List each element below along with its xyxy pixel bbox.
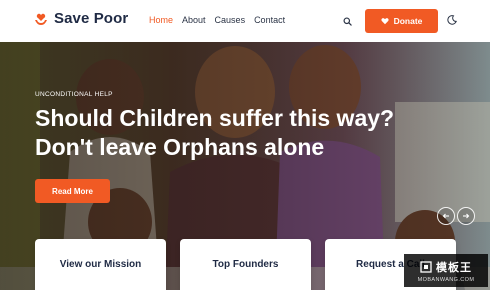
nav-item-home[interactable]: Home bbox=[149, 15, 173, 25]
nav-item-contact[interactable]: Contact bbox=[254, 15, 285, 25]
watermark-title: 模板王 bbox=[436, 261, 472, 274]
search-icon bbox=[342, 16, 352, 26]
watermark-subtitle: MOBANWANG.COM bbox=[417, 276, 475, 283]
brand-name: Save Poor bbox=[54, 10, 129, 27]
nav-item-about[interactable]: About bbox=[182, 15, 206, 25]
brand[interactable]: Save Poor bbox=[34, 10, 128, 27]
donate-button[interactable]: Donate bbox=[365, 9, 438, 33]
hands-heart-icon bbox=[35, 13, 47, 25]
hero-eyebrow: UNCONDITIONAL HELP bbox=[35, 91, 113, 98]
hero-headline-line-2: Don't leave Orphans alone bbox=[35, 134, 325, 160]
read-more-label: Read More bbox=[52, 186, 93, 196]
watermark-logo-icon bbox=[420, 260, 432, 273]
hero-headline: Should Children suffer this way? Don't l… bbox=[35, 104, 455, 162]
theme-toggle-button[interactable] bbox=[444, 12, 460, 28]
slider-next-button[interactable] bbox=[457, 207, 475, 225]
search-button[interactable] bbox=[338, 12, 356, 30]
watermark: 模板王 MOBANWANG.COM bbox=[404, 254, 488, 287]
card-label: Top Founders bbox=[212, 259, 279, 270]
arrow-left-icon bbox=[442, 213, 449, 219]
site-header: Save Poor Home About Causes Contact Dona… bbox=[0, 0, 490, 42]
donate-label: Donate bbox=[393, 16, 423, 26]
card-top-founders[interactable]: Top Founders bbox=[180, 239, 311, 290]
main-nav: Home About Causes Contact bbox=[149, 15, 285, 25]
card-view-mission[interactable]: View our Mission bbox=[35, 239, 166, 290]
read-more-button[interactable]: Read More bbox=[35, 179, 110, 203]
moon-icon bbox=[447, 15, 457, 25]
watermark-top: 模板王 bbox=[420, 259, 472, 275]
heart-icon bbox=[380, 18, 389, 25]
arrow-right-icon bbox=[463, 213, 470, 219]
hero-headline-line-1: Should Children suffer this way? bbox=[35, 105, 395, 131]
card-label: View our Mission bbox=[59, 259, 142, 270]
slider-prev-button[interactable] bbox=[437, 207, 455, 225]
nav-item-causes[interactable]: Causes bbox=[215, 15, 246, 25]
